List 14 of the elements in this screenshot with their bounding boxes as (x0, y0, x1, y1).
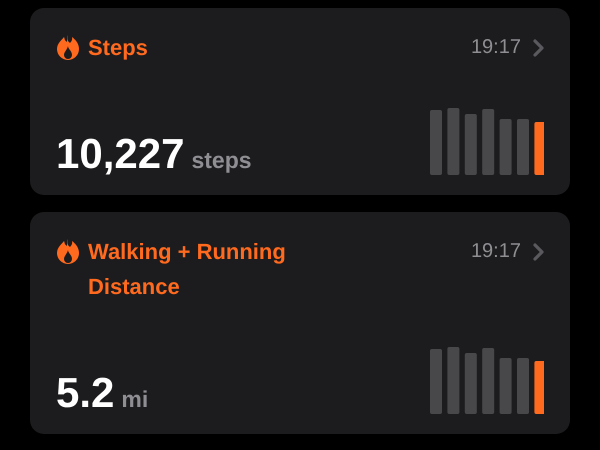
update-time: 19:17 (470, 240, 521, 263)
flame-icon (56, 34, 80, 62)
metric-unit: mi (121, 386, 148, 413)
metric-value: 10,227 (56, 133, 184, 175)
metric-title: Steps (88, 34, 148, 62)
metric-value: 5.2 (56, 372, 114, 414)
flame-icon (56, 238, 80, 266)
metric-title: Walking + Running Distance (88, 238, 287, 301)
metric-unit: steps (191, 147, 252, 174)
metric-card[interactable]: Steps 19:17 10,227 steps (30, 8, 570, 195)
metric-card[interactable]: Walking + Running Distance 19:17 5.2 mi (30, 212, 570, 434)
chevron-right-icon[interactable] (533, 242, 544, 260)
chevron-right-icon[interactable] (533, 38, 544, 56)
update-time: 19:17 (470, 36, 521, 59)
